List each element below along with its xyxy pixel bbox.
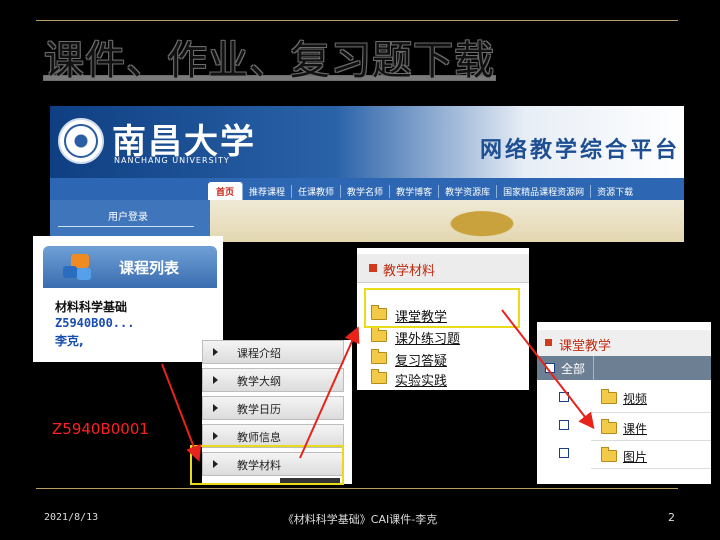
arrow-menu-to-materials <box>299 326 360 459</box>
arrow-course-to-menu <box>161 363 202 462</box>
page-number: 2 <box>668 511 675 524</box>
footer-title: 《材料科学基础》CAI课件-李克 <box>282 513 438 526</box>
annotation-arrows <box>161 309 595 462</box>
arrow-materials-to-classroom <box>501 309 595 430</box>
